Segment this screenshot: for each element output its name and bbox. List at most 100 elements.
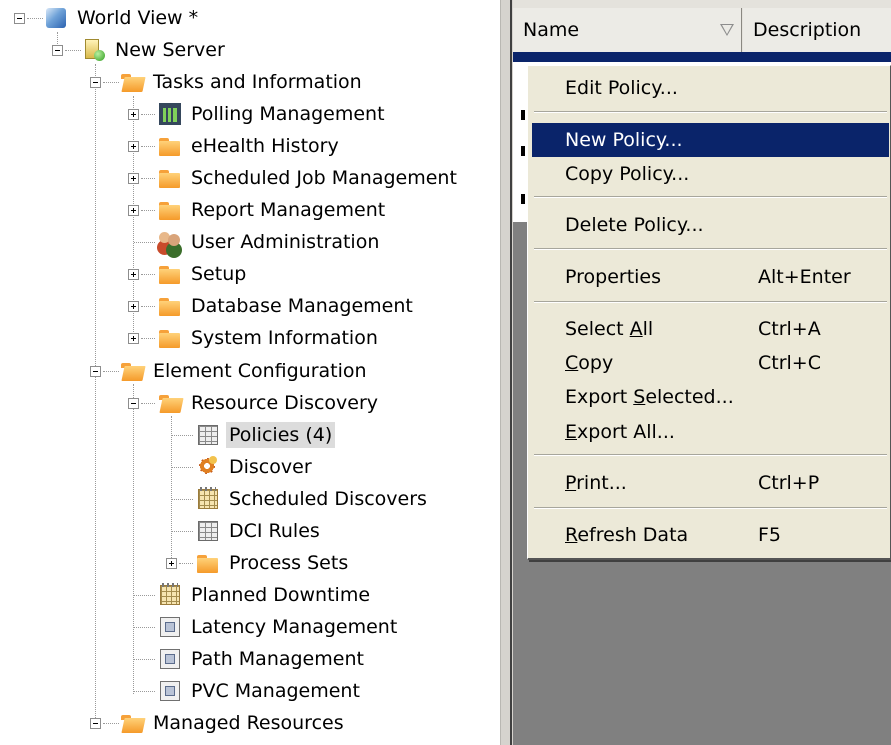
tree-node-managed-resources[interactable]: Managed Resources xyxy=(120,708,347,738)
panel-icon xyxy=(158,615,182,639)
table-icon xyxy=(196,519,220,543)
table-row[interactable] xyxy=(521,194,525,204)
menu-item-label: Export Selected... xyxy=(565,386,734,408)
tree-node-label: Path Management xyxy=(191,648,364,670)
collapse-toggle[interactable] xyxy=(90,77,101,88)
tree-node-ehealth-history[interactable]: eHealth History xyxy=(158,131,342,161)
tree-node-path-management[interactable]: Path Management xyxy=(158,644,367,674)
tree-node-label: Tasks and Information xyxy=(153,71,362,93)
menu-item-delete-policy[interactable]: Delete Policy... xyxy=(532,208,889,242)
menu-item-print[interactable]: Print... Ctrl+P xyxy=(532,466,889,500)
expand-toggle[interactable] xyxy=(128,109,139,120)
menu-item-export-all[interactable]: Export All... xyxy=(532,415,889,449)
menu-separator xyxy=(534,248,887,250)
folder-icon xyxy=(158,326,182,350)
tree-node-label: Managed Resources xyxy=(153,712,344,734)
sort-descending-icon[interactable] xyxy=(720,24,734,36)
tree-node-label: System Information xyxy=(191,327,378,349)
tree-node-label: New Server xyxy=(115,39,225,61)
tree-node-label: eHealth History xyxy=(191,135,339,157)
folder-icon xyxy=(158,262,182,286)
tree-node-scheduled-job-management[interactable]: Scheduled Job Management xyxy=(158,163,460,193)
tree-node-label: Database Management xyxy=(191,295,413,317)
tree-node-process-sets[interactable]: Process Sets xyxy=(196,548,351,578)
tree-node-label: Setup xyxy=(191,263,247,285)
pane-splitter[interactable] xyxy=(500,0,513,745)
folder-icon xyxy=(158,198,182,222)
tree-node-scheduled-discovers[interactable]: Scheduled Discovers xyxy=(196,484,430,514)
menu-item-label: Select All xyxy=(565,318,654,340)
expand-toggle[interactable] xyxy=(128,205,139,216)
tree-node-setup[interactable]: Setup xyxy=(158,259,249,289)
menu-item-copy[interactable]: Copy Ctrl+C xyxy=(532,346,889,380)
table-icon xyxy=(196,423,220,447)
menu-item-label: Print... xyxy=(565,472,627,494)
expand-toggle[interactable] xyxy=(128,333,139,344)
menu-item-export-selected[interactable]: Export Selected... xyxy=(532,380,889,414)
expand-toggle[interactable] xyxy=(128,173,139,184)
menu-item-select-all[interactable]: Select All Ctrl+A xyxy=(532,312,889,346)
table-row-selected[interactable] xyxy=(513,52,891,62)
panel-icon xyxy=(158,647,182,671)
expand-toggle[interactable] xyxy=(128,269,139,280)
collapse-toggle[interactable] xyxy=(52,45,63,56)
menu-item-edit-policy[interactable]: Edit Policy... xyxy=(532,71,889,105)
folder-icon xyxy=(158,134,182,158)
tree-node-latency-management[interactable]: Latency Management xyxy=(158,612,400,642)
collapse-toggle[interactable] xyxy=(14,13,25,24)
collapse-toggle[interactable] xyxy=(90,366,101,377)
tree-node-discover[interactable]: Discover xyxy=(196,452,315,482)
table-row[interactable] xyxy=(521,110,525,120)
menu-separator xyxy=(534,111,887,113)
tree-node-planned-downtime[interactable]: Planned Downtime xyxy=(158,580,373,610)
table-row[interactable] xyxy=(521,146,525,156)
tree-node-polling-management[interactable]: Polling Management xyxy=(158,99,388,129)
tree-node-new-server[interactable]: New Server xyxy=(82,35,228,65)
column-header-name[interactable]: Name xyxy=(513,8,742,52)
menu-separator xyxy=(534,196,887,198)
tree-node-tasks-and-information[interactable]: Tasks and Information xyxy=(120,67,365,97)
tree-node-pvc-management[interactable]: PVC Management xyxy=(158,676,363,706)
globe-icon xyxy=(44,6,68,30)
menu-item-label: Export All... xyxy=(565,421,675,443)
tree-node-element-configuration[interactable]: Element Configuration xyxy=(120,356,370,386)
menu-item-properties[interactable]: Properties Alt+Enter xyxy=(532,260,889,294)
tree-node-resource-discovery[interactable]: Resource Discovery xyxy=(158,388,381,418)
tree-node-policies[interactable]: Policies (4) xyxy=(196,420,336,450)
tree-node-dci-rules[interactable]: DCI Rules xyxy=(196,516,323,546)
calendar-icon xyxy=(158,583,182,607)
menu-item-shortcut: Ctrl+C xyxy=(758,352,821,374)
tree-node-database-management[interactable]: Database Management xyxy=(158,291,416,321)
folder-open-icon xyxy=(120,359,144,383)
folder-icon xyxy=(158,166,182,190)
tree-node-system-information[interactable]: System Information xyxy=(158,323,381,353)
tree-node-label: Discover xyxy=(229,456,312,478)
tree-node-report-management[interactable]: Report Management xyxy=(158,195,388,225)
tree-node-label: Scheduled Discovers xyxy=(229,488,427,510)
tree-node-world-view[interactable]: World View * xyxy=(44,3,201,33)
navigation-tree: World View * New Server Tasks and Inform… xyxy=(0,0,500,745)
tree-node-label: Latency Management xyxy=(191,616,398,638)
tree-node-label: Polling Management xyxy=(191,103,385,125)
expand-toggle[interactable] xyxy=(128,141,139,152)
tree-node-label: Planned Downtime xyxy=(191,584,371,606)
tree-node-label: Element Configuration xyxy=(153,360,367,382)
column-header-label: Name xyxy=(523,19,580,41)
collapse-toggle[interactable] xyxy=(128,398,139,409)
expand-toggle[interactable] xyxy=(166,558,177,569)
menu-item-copy-policy[interactable]: Copy Policy... xyxy=(532,157,889,191)
tree-node-label: Resource Discovery xyxy=(191,392,379,414)
expand-toggle[interactable] xyxy=(128,301,139,312)
calendar-icon xyxy=(196,487,220,511)
folder-icon xyxy=(158,294,182,318)
menu-item-label: Delete Policy... xyxy=(565,214,704,236)
collapse-toggle[interactable] xyxy=(90,718,101,729)
tree-node-label: Scheduled Job Management xyxy=(191,167,457,189)
column-header-description[interactable]: Description xyxy=(743,8,891,52)
menu-item-new-policy[interactable]: New Policy... xyxy=(532,123,889,157)
tree-node-label: Policies (4) xyxy=(226,422,336,448)
menu-item-refresh-data[interactable]: Refresh Data F5 xyxy=(532,518,889,552)
tree-node-label: Report Management xyxy=(191,199,386,221)
column-header-label: Description xyxy=(753,19,862,41)
tree-node-user-administration[interactable]: User Administration xyxy=(158,227,382,257)
